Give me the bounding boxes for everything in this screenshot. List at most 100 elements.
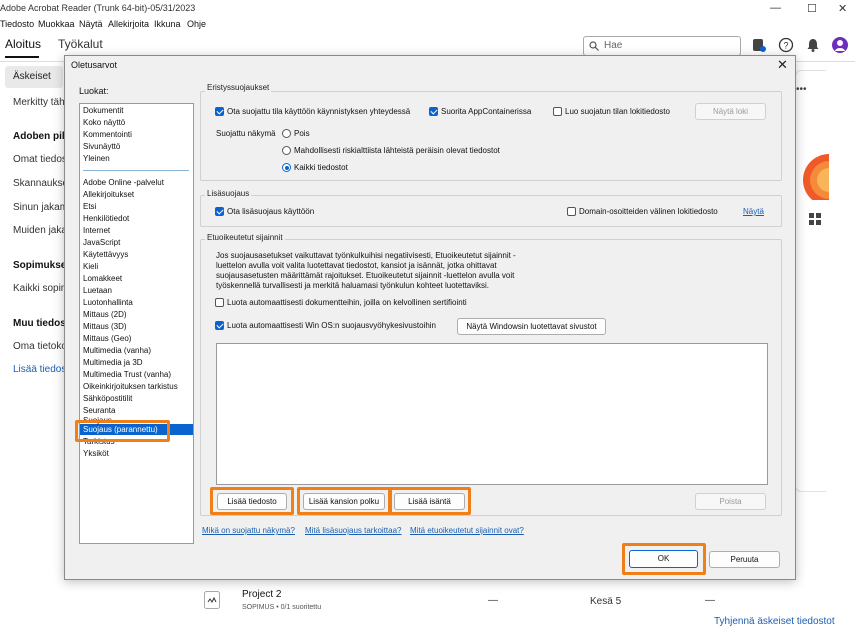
protected-mode-checkbox[interactable]: [215, 107, 224, 116]
file-subtitle: SOPIMUS • 0/1 suoritettu: [242, 604, 322, 611]
clear-recent-link[interactable]: Tyhjennä äskeiset tiedostot: [714, 616, 835, 627]
left-nav-recent[interactable]: Äskeiset: [5, 66, 63, 88]
category-item[interactable]: Lomakkeet: [83, 274, 122, 283]
left-nav-all-agreements[interactable]: Kaikki sopim: [13, 283, 69, 294]
svg-text:?: ?: [783, 41, 788, 51]
category-item[interactable]: Luotonhallinta: [83, 298, 133, 307]
menu-edit[interactable]: Muokkaa: [38, 19, 75, 29]
help-icon[interactable]: ?: [778, 37, 794, 53]
agreement-file-icon: [204, 591, 220, 609]
menu-bar: Tiedosto Muokkaa Näytä Allekirjoita Ikku…: [0, 18, 855, 32]
left-nav-starred[interactable]: Merkitty täh: [13, 97, 65, 108]
help-link-privileged-locations[interactable]: Mitä etuoikeutetut sijainnit ovat?: [410, 526, 524, 535]
menu-file[interactable]: Tiedosto: [0, 19, 34, 29]
category-item[interactable]: JavaScript: [83, 238, 120, 247]
protected-view-all-radio[interactable]: [282, 163, 291, 172]
left-nav-scans[interactable]: Skannaukset: [13, 178, 71, 189]
cross-domain-log-checkbox[interactable]: [567, 207, 576, 216]
avatar[interactable]: [832, 37, 848, 53]
grid-view-icon[interactable]: [808, 212, 822, 226]
decorative-arc-graphic: [803, 154, 829, 200]
protected-view-unsafe-label: Mahdollisesti riskialttiista lähteistä p…: [294, 146, 500, 155]
add-folder-highlight: [297, 487, 391, 515]
left-nav-own-computer[interactable]: Oma tietoko: [13, 341, 67, 352]
add-file-highlight: [210, 487, 294, 515]
cross-domain-log-label: Domain-osoitteiden välinen lokitiedosto: [579, 207, 718, 216]
help-link-protected-view[interactable]: Mikä on suojattu näkymä?: [202, 526, 295, 535]
category-item[interactable]: Mittaus (3D): [83, 322, 127, 331]
category-item[interactable]: Käytettävyys: [83, 250, 128, 259]
trust-win-zones-checkbox[interactable]: [215, 321, 224, 330]
category-item[interactable]: Multimedia (vanha): [83, 346, 151, 355]
privileged-locations-description: Jos suojausasetukset vaikuttavat työnkul…: [216, 251, 516, 290]
view-cross-domain-log-link[interactable]: Näytä: [743, 207, 764, 216]
file-name: Project 2: [242, 589, 282, 600]
left-nav-heading-adobe-cloud: Adoben pilv: [13, 131, 71, 142]
left-nav-shared-others[interactable]: Muiden jaka: [13, 225, 67, 236]
remove-button[interactable]: Poista: [695, 493, 766, 510]
category-item[interactable]: Luetaan: [83, 286, 112, 295]
menu-view[interactable]: Näytä: [79, 19, 103, 29]
category-item[interactable]: Allekirjoitukset: [83, 190, 134, 199]
left-nav-heading-other-files: Muu tiedost: [13, 318, 70, 329]
left-nav-add-files[interactable]: Lisää tiedost: [13, 364, 69, 375]
left-nav-own-files[interactable]: Omat tiedos: [13, 154, 67, 165]
selected-category-highlight: [75, 420, 170, 442]
maximize-button[interactable]: ☐: [807, 2, 817, 15]
search-icon: [589, 41, 599, 51]
category-item[interactable]: Yksiköt: [83, 449, 109, 458]
protected-view-label: Suojattu näkymä: [216, 129, 276, 138]
minimize-button[interactable]: —: [770, 2, 781, 14]
window-title: Adobe Acrobat Reader (Trunk 64-bit)-05/3…: [0, 3, 196, 13]
privileged-locations-list[interactable]: [216, 343, 768, 485]
tab-home[interactable]: Aloitus: [5, 37, 41, 51]
protected-view-all-label: Kaikki tiedostot: [294, 163, 348, 172]
cancel-button[interactable]: Peruuta: [709, 551, 780, 568]
view-log-button[interactable]: Näytä loki: [695, 103, 766, 120]
protected-mode-log-checkbox[interactable]: [553, 107, 562, 116]
category-item[interactable]: Seuranta: [83, 406, 115, 415]
category-item[interactable]: Oikeinkirjoituksen tarkistus: [83, 382, 178, 391]
category-item[interactable]: Kommentointi: [83, 130, 132, 139]
category-item[interactable]: Internet: [83, 226, 110, 235]
category-item[interactable]: Sivunäyttö: [83, 142, 120, 151]
search-input[interactable]: Hae: [583, 36, 741, 56]
help-link-enhanced-security[interactable]: Mitä lisäsuojaus tarkoittaa?: [305, 526, 402, 535]
background-card: [795, 70, 826, 492]
show-windows-trusted-sites-button[interactable]: Näytä Windowsin luotettavat sivustot: [457, 318, 606, 335]
trust-certified-docs-checkbox[interactable]: [215, 298, 224, 307]
dialog-close-button[interactable]: ✕: [777, 57, 788, 73]
protected-view-off-radio[interactable]: [282, 129, 291, 138]
category-item[interactable]: Koko näyttö: [83, 118, 125, 127]
category-item[interactable]: Adobe Online -palvelut: [83, 178, 164, 187]
notifications-bell-icon[interactable]: [805, 37, 821, 53]
categories-list[interactable]: Dokumentit Koko näyttö Kommentointi Sivu…: [79, 103, 194, 544]
enhanced-security-checkbox[interactable]: [215, 207, 224, 216]
window-close-button[interactable]: ✕: [838, 2, 847, 15]
recent-file-row[interactable]: Project 2 SOPIMUS • 0/1 suoritettu — Kes…: [200, 585, 855, 615]
menu-help[interactable]: Ohje: [187, 19, 206, 29]
category-item[interactable]: Etsi: [83, 202, 96, 211]
mobile-link-icon[interactable]: [751, 37, 767, 53]
category-item[interactable]: Dokumentit: [83, 106, 123, 115]
category-item[interactable]: Mittaus (2D): [83, 310, 127, 319]
file-column-dash: —: [488, 595, 498, 606]
trust-certified-docs-label: Luota automaattisesti dokumentteihin, jo…: [227, 298, 467, 307]
enhanced-security-title: Lisäsuojaus: [205, 189, 252, 198]
appcontainer-checkbox[interactable]: [429, 107, 438, 116]
category-item[interactable]: Multimedia Trust (vanha): [83, 370, 171, 379]
category-item[interactable]: Yleinen: [83, 154, 110, 163]
menu-sign[interactable]: Allekirjoita: [108, 19, 149, 29]
category-item[interactable]: Kieli: [83, 262, 98, 271]
ok-button-highlight: [622, 543, 706, 575]
category-item[interactable]: Sähköpostitilit: [83, 394, 132, 403]
add-host-highlight: [389, 487, 471, 515]
tab-tools[interactable]: Työkalut: [58, 37, 103, 51]
search-placeholder: Hae: [604, 40, 623, 51]
category-item[interactable]: Mittaus (Geo): [83, 334, 131, 343]
category-item[interactable]: Multimedia ja 3D: [83, 358, 143, 367]
category-item[interactable]: Henkilötiedot: [83, 214, 129, 223]
protected-view-unsafe-radio[interactable]: [282, 146, 291, 155]
more-options-icon[interactable]: •••: [796, 84, 807, 95]
menu-window[interactable]: Ikkuna: [154, 19, 181, 29]
